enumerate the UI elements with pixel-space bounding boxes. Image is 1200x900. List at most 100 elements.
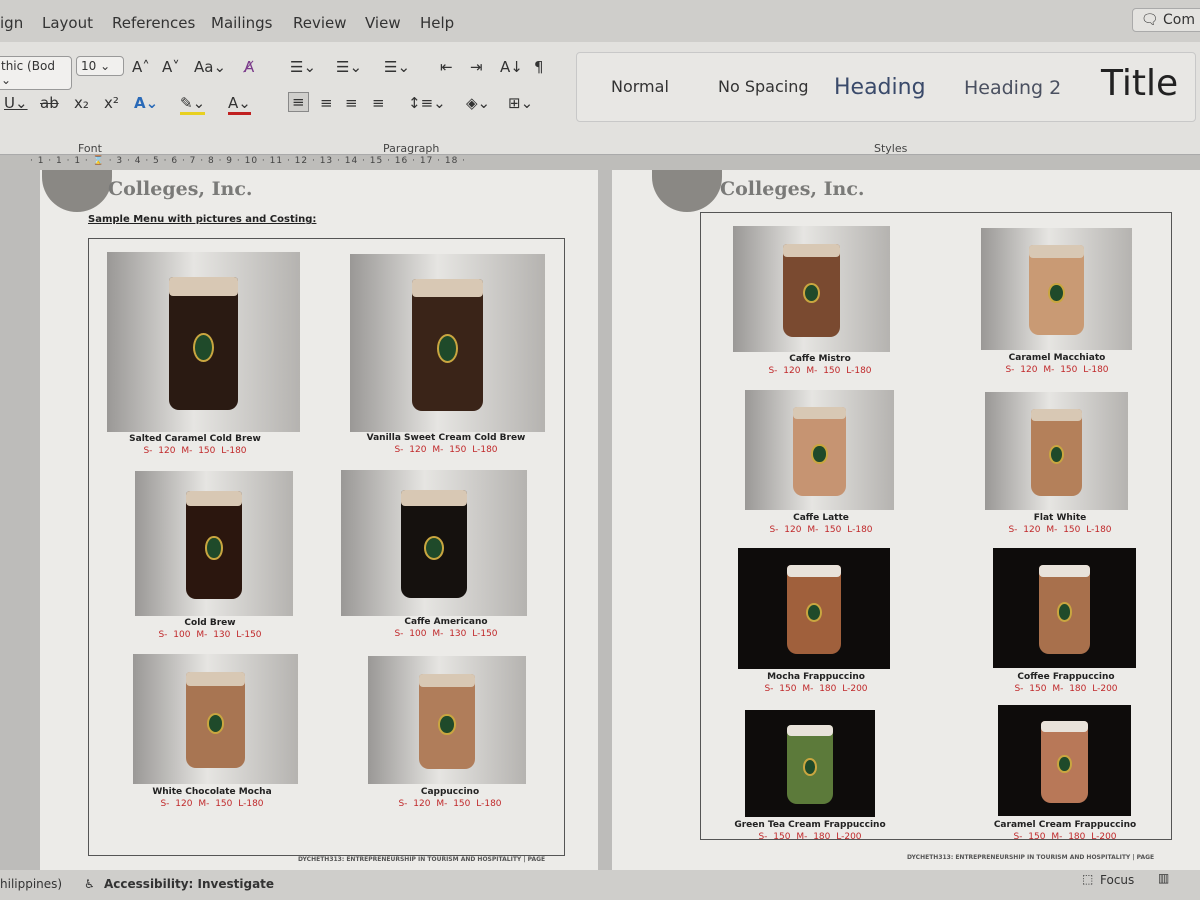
borders-icon[interactable]: ⊞⌄ [508,94,533,112]
tab-design[interactable]: ign [0,14,23,32]
subscript-icon[interactable]: x₂ [74,94,89,112]
drink-name: Caffe Mistro [789,354,851,364]
bullets-icon[interactable]: ☰⌄ [290,58,316,76]
drink-photo [350,254,545,432]
drink-foam [1038,564,1091,578]
brand-logo-icon [1048,445,1065,465]
drink-foam [1029,245,1084,258]
drink-photo [738,548,890,669]
brand-logo-icon [438,713,456,735]
text-effects-icon[interactable]: A⌄ [134,94,158,112]
strikethrough-icon[interactable]: ab [40,94,59,112]
tab-help[interactable]: Help [420,14,454,32]
drink-prices: S- 100 M- 130 L-150 [394,629,498,639]
drink-cup [418,673,476,769]
tab-layout[interactable]: Layout [42,14,93,32]
drink-prices: S- 100 M- 130 L-150 [158,630,262,640]
drink-photo [745,710,875,817]
drink-cup [792,406,847,496]
shading-icon[interactable]: ◈⌄ [466,94,490,112]
drink-name: Caffe Latte [793,513,849,523]
tab-references[interactable]: References [112,14,195,32]
drink-foam [786,724,834,737]
style-title[interactable]: Title [1101,63,1178,104]
menu-subtitle: Sample Menu with pictures and Costing: [88,214,317,225]
brand-logo-icon [1057,755,1072,774]
college-name: Colleges, Inc. [720,178,865,200]
tab-view[interactable]: View [365,14,401,32]
sort-icon[interactable]: A↓ [500,58,523,76]
tab-review[interactable]: Review [293,14,347,32]
align-left-icon[interactable]: ≡ [288,92,309,112]
drink-name: Green Tea Cream Frappuccino [734,820,886,830]
drink-photo [107,252,300,432]
read-mode-icon[interactable]: ▥ [1158,871,1169,885]
drink-cup [1038,564,1091,654]
drink-photo [733,226,890,352]
page-footer: DYCHETH313: ENTREPRENEURSHIP IN TOURISM … [907,854,1155,861]
increase-indent-icon[interactable]: ⇥ [470,58,483,76]
grow-font-icon[interactable]: A˄ [132,58,150,76]
drink-photo [993,548,1136,668]
justify-icon[interactable]: ≡ [372,94,385,112]
drink-name: Cold Brew [184,618,236,628]
comments-button[interactable]: 🗨 Com [1131,8,1200,32]
status-bar: hilippines) ♿ Accessibility: Investigate… [0,870,1200,900]
decrease-indent-icon[interactable]: ⇤ [440,58,453,76]
drink-name: Mocha Frappuccino [767,672,865,682]
align-center-icon[interactable]: ≡ [320,94,333,112]
drink-prices: S- 120 M- 150 L-180 [160,799,264,809]
drink-foam [783,243,840,257]
align-right-icon[interactable]: ≡ [345,94,358,112]
show-formatting-icon[interactable]: ¶ [534,58,544,76]
style-heading-2[interactable]: Heading 2 [964,77,1061,99]
brand-logo-icon [802,758,817,776]
underline-icon[interactable]: U⌄ [4,94,28,112]
highlight-icon[interactable]: ✎⌄ [180,94,206,115]
superscript-icon[interactable]: x² [104,94,119,112]
ruler[interactable]: · 1 · 1 · 1 · ⌛ · 3 · 4 · 5 · 6 · 7 · 8 … [0,156,1200,170]
drink-prices: S- 120 M- 150 L-180 [398,799,502,809]
drink-photo [998,705,1131,816]
drink-cup [1040,720,1089,803]
comments-label: Com [1163,12,1195,28]
font-name-select[interactable]: thic (Bod ⌄ [0,56,72,90]
clear-formatting-icon[interactable]: A̸ [244,58,254,76]
font-size-select[interactable]: 10 ⌄ [76,56,124,76]
shrink-font-icon[interactable]: A˅ [162,58,180,76]
drink-cup [400,490,468,599]
style-normal[interactable]: Normal [611,77,669,96]
numbering-icon[interactable]: ☰⌄ [336,58,362,76]
drink-prices: S- 120 M- 150 L-180 [1005,365,1109,375]
change-case-icon[interactable]: Aa⌄ [194,58,226,76]
drink-prices: S- 120 M- 150 L-180 [769,525,873,535]
drink-name: Vanilla Sweet Cream Cold Brew [366,433,526,443]
page-footer: DYCHETH313: ENTREPRENEURSHIP IN TOURISM … [298,856,546,863]
language-status[interactable]: hilippines) [0,877,62,891]
tab-mailings[interactable]: Mailings [211,14,272,32]
brand-logo-icon [803,282,820,304]
brand-logo-icon [811,444,828,464]
line-spacing-icon[interactable]: ↕≡⌄ [408,94,446,112]
drink-prices: S- 120 M- 150 L-180 [768,366,872,376]
focus-button[interactable]: Focus [1100,873,1134,887]
font-color-icon[interactable]: A⌄ [228,94,251,115]
drink-name: Caramel Macchiato [1008,353,1106,363]
font-name-value: thic (Bod [1,59,55,73]
drink-photo [985,392,1128,510]
drink-cup [185,672,246,769]
brand-logo-icon [205,536,223,560]
drink-foam [168,277,239,296]
drink-cup [786,724,834,805]
accessibility-status[interactable]: Accessibility: Investigate [104,877,274,891]
drink-foam [792,406,847,420]
drink-photo [368,656,526,784]
style-heading[interactable]: Heading [834,75,926,100]
style-no-spacing[interactable]: No Spacing [718,77,809,96]
drink-foam [185,672,246,686]
drink-name: Caffe Americano [404,617,488,627]
multilevel-list-icon[interactable]: ☰⌄ [384,58,410,76]
drink-cup [185,491,243,599]
drink-prices: S- 120 M- 150 L-180 [1008,525,1112,535]
drink-name: Salted Caramel Cold Brew [129,434,261,444]
